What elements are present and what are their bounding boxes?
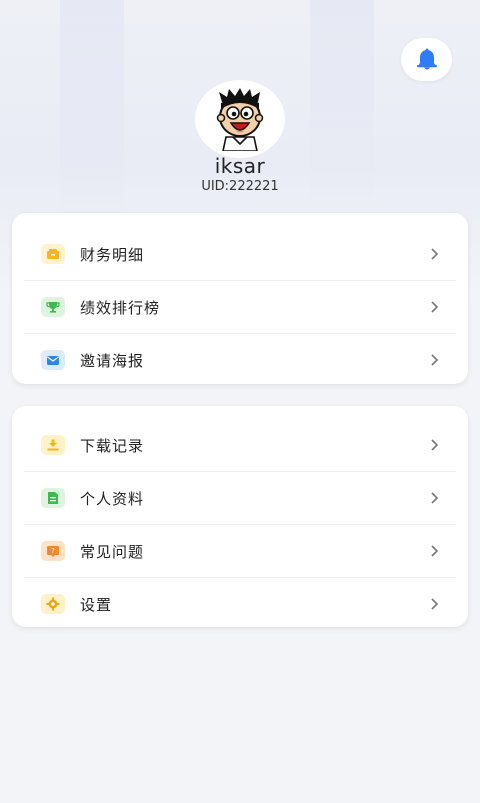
chevron-right-icon [431,545,438,557]
menu-item-personal-info[interactable]: 个人资料 [24,472,456,525]
avatar[interactable] [195,80,285,158]
trophy-icon [41,297,65,317]
menu-item-label: 财务明细 [80,245,145,264]
chevron-right-icon [431,492,438,504]
chevron-right-icon [431,248,438,260]
bell-icon [416,48,437,69]
menu-item-label: 下载记录 [80,436,145,455]
menu-item-label: 个人资料 [80,489,145,508]
menu-item-label: 邀请海报 [80,351,145,370]
menu-item-performance-ranking[interactable]: 绩效排行榜 [24,281,456,334]
chevron-right-icon [431,439,438,451]
document-icon [41,488,65,508]
svg-text:?: ? [51,547,55,555]
menu-item-invite-poster[interactable]: 邀请海报 [24,334,456,386]
menu-item-settings[interactable]: 设置 [24,578,456,630]
menu-item-label: 绩效排行榜 [80,298,161,317]
user-id: UID:222221 [201,179,279,194]
chevron-right-icon [431,301,438,313]
menu-item-faq[interactable]: ? 常见问题 [24,525,456,578]
menu-card-finance: 财务明细 绩效排行榜 邀请海报 [12,213,468,384]
menu-item-download-records[interactable]: 下载记录 [24,419,456,472]
menu-item-label: 常见问题 [80,542,145,561]
download-icon [41,435,65,455]
gear-icon [41,594,65,614]
building-silhouette [60,0,124,240]
mail-icon [41,350,65,370]
chevron-right-icon [431,354,438,366]
chevron-right-icon [431,598,438,610]
menu-card-account: 下载记录 个人资料 ? 常见问题 设置 [12,406,468,627]
wallet-icon [41,244,65,264]
notification-button[interactable] [401,38,452,81]
username: iksar [214,154,266,178]
menu-item-finance-details[interactable]: 财务明细 [24,228,456,281]
cartoon-boy-avatar-icon [216,88,264,151]
question-icon: ? [41,541,65,561]
menu-item-label: 设置 [80,595,113,614]
